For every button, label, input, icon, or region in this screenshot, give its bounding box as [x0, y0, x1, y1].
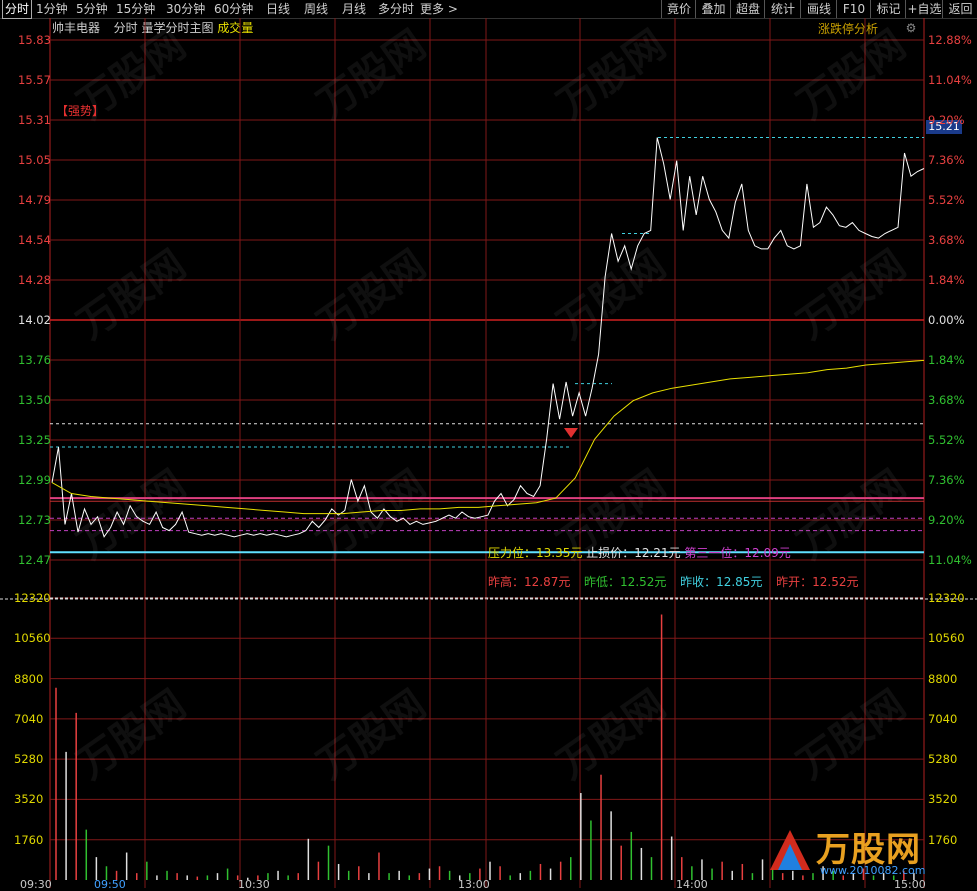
percent-tick-right: 5.52% — [928, 193, 965, 207]
price-tick-left: 12.99 — [18, 473, 51, 487]
price-tick-left: 12.73 — [18, 513, 51, 527]
watermark-text: 万股网 — [309, 682, 434, 789]
buy-signal-icon — [564, 428, 578, 438]
percent-tick-right: 11.04% — [928, 73, 972, 87]
percent-tick-right: 3.68% — [928, 393, 965, 407]
watermark-text: 万股网 — [549, 682, 674, 789]
price-tick-left: 15.05 — [18, 153, 51, 167]
percent-tick-right: 9.20% — [928, 513, 965, 527]
volume-tick-right: 12320 — [928, 591, 965, 605]
volume-tick-right: 10560 — [928, 631, 965, 646]
watermark-text: 万股网 — [789, 242, 914, 349]
volume-tick-left: 8800 — [14, 671, 44, 686]
percent-tick-right: 1.84% — [928, 273, 965, 287]
watermark-text: 万股网 — [549, 22, 674, 129]
pressure-info: 压力位：13.35元 止损价：12.21元 第三一位：12.09元 — [488, 546, 791, 560]
percent-tick-right: 12.88% — [928, 33, 972, 47]
volume-tick-right: 3520 — [928, 792, 958, 807]
price-tick-left: 14.54 — [18, 233, 51, 247]
price-tick-left: 14.28 — [18, 273, 51, 287]
percent-tick-right: 7.36% — [928, 473, 965, 487]
volume-tick-right: 8800 — [928, 671, 958, 686]
watermark-text: 万股网 — [69, 242, 194, 349]
percent-tick-right: 1.84% — [928, 353, 965, 367]
volume-tick-left: 12320 — [14, 591, 51, 605]
volume-tick-left: 7040 — [14, 711, 44, 726]
percent-tick-right: 0.00% — [928, 313, 965, 327]
watermark-text: 万股网 — [789, 682, 914, 789]
percent-tick-right: 7.36% — [928, 153, 965, 167]
prev-day-info: 昨高：12.87元 昨低：12.52元 昨收：12.85元 昨开：12.52元 — [488, 575, 859, 589]
chart-canvas[interactable]: 万股网 万股网 万股网 万股网万股网 万股网 万股网 万股网万股网 万股网 万股网 万股网万股网万… — [0, 0, 977, 888]
percent-tick-right: 5.52% — [928, 433, 965, 447]
volume-tick-left: 5280 — [14, 752, 44, 767]
watermark-text: 万股网 — [69, 682, 194, 789]
watermark-text: 万股网 — [789, 22, 914, 129]
price-tick-left: 15.31 — [18, 113, 51, 127]
percent-tick-right: 3.68% — [928, 233, 965, 247]
volume-tick-left: 1760 — [14, 832, 44, 847]
price-tick-left: 14.79 — [18, 193, 51, 207]
price-tick-left: 14.02 — [18, 313, 51, 327]
percent-tick-right: 9.20% — [928, 113, 965, 127]
time-tick: 14:00 — [676, 878, 708, 891]
volume-tick-left: 10560 — [14, 631, 51, 646]
price-line — [51, 137, 925, 538]
time-tick: 13:00 — [458, 878, 490, 891]
strong-badge: 【强势】 — [56, 104, 105, 118]
percent-tick-right: 11.04% — [928, 553, 972, 567]
price-tick-left: 12.47 — [18, 553, 51, 567]
volume-tick-left: 3520 — [14, 792, 44, 807]
price-tick-left: 15.83 — [18, 33, 51, 47]
price-tick-left: 13.25 — [18, 433, 51, 447]
watermark-text: 万股网 — [309, 242, 434, 349]
time-tick: 10:30 — [238, 878, 270, 891]
watermark-text: 万股网 — [549, 242, 674, 349]
time-tick: 09:50 — [94, 878, 126, 891]
price-tick-left: 13.50 — [18, 393, 51, 407]
time-tick: 09:30 — [20, 878, 52, 891]
volume-tick-right: 5280 — [928, 752, 958, 767]
watermark-logo-url: www.2010082.com — [820, 864, 926, 877]
price-tick-left: 13.76 — [18, 353, 51, 367]
volume-tick-right: 7040 — [928, 711, 958, 726]
price-tick-left: 15.57 — [18, 73, 51, 87]
watermark-text: 万股网 — [309, 22, 434, 129]
